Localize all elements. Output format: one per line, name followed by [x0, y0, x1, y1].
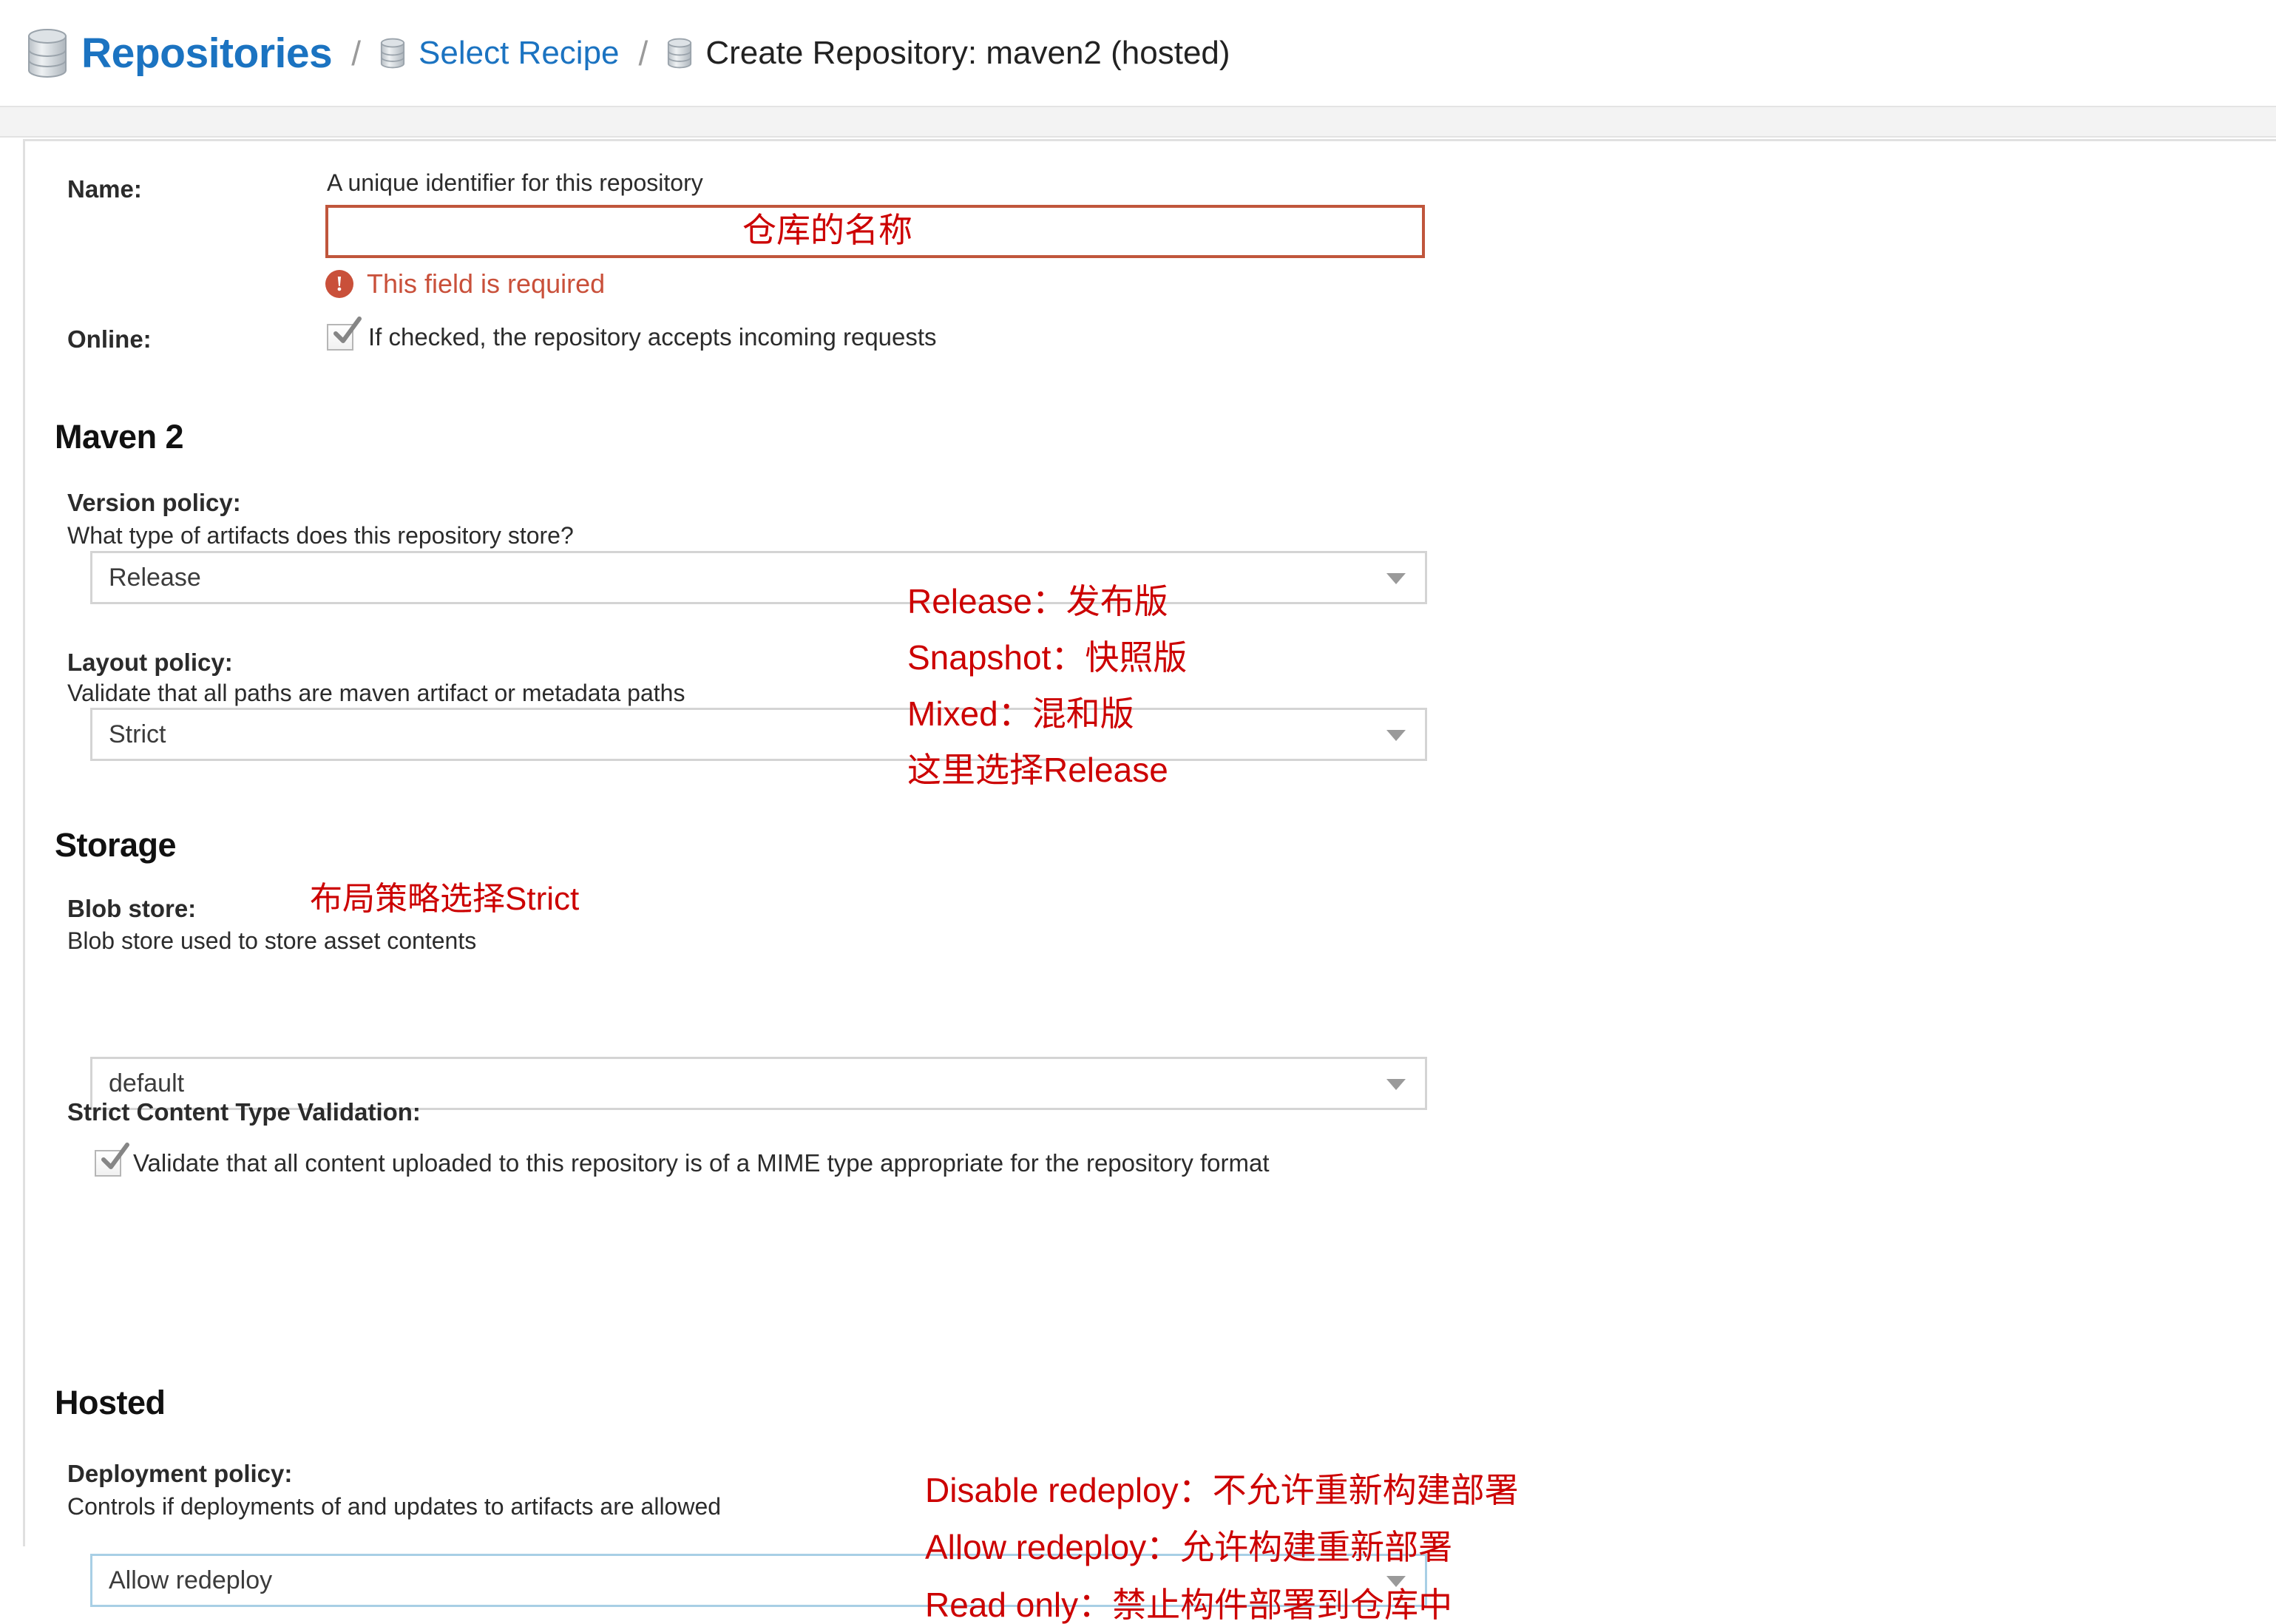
breadcrumb-item-repositories[interactable]: Repositories — [27, 27, 332, 79]
annotation-mixed: Mixed：混和版 — [907, 696, 1134, 731]
online-checkbox-group[interactable]: If checked, the repository accepts incom… — [327, 323, 937, 351]
strict-content-type-checkbox-label: Validate that all content uploaded to th… — [133, 1149, 1270, 1177]
version-policy-label: Version policy: — [67, 489, 241, 517]
layout-policy-select[interactable]: Strict — [90, 708, 1427, 761]
annotation-layout-strict: 布局策略选择Strict — [310, 882, 579, 916]
annotation-read-only: Read only：禁止构件部署到仓库中 — [925, 1587, 1452, 1623]
annotation-snapshot: Snapshot：快照版 — [907, 640, 1187, 675]
exclamation-circle-icon: ! — [325, 270, 353, 298]
name-error-text: This field is required — [367, 268, 605, 300]
strict-content-type-checkbox-group[interactable]: Validate that all content uploaded to th… — [95, 1149, 1270, 1177]
toolbar-strip — [0, 107, 2276, 138]
breadcrumb-label-select-recipe: Select Recipe — [419, 35, 619, 72]
deployment-policy-helper-text: Controls if deployments of and updates t… — [67, 1493, 721, 1520]
blob-store-value: default — [109, 1069, 184, 1098]
breadcrumb-label-repositories: Repositories — [81, 29, 332, 78]
version-policy-select[interactable]: Release — [90, 551, 1427, 604]
name-input[interactable]: 仓库的名称 — [325, 205, 1425, 258]
blob-store-helper-text: Blob store used to store asset contents — [67, 927, 476, 955]
blob-store-label: Blob store: — [67, 895, 196, 923]
strict-content-type-label: Strict Content Type Validation: — [67, 1098, 421, 1126]
database-icon — [380, 37, 405, 70]
annotation-name-field: 仓库的名称 — [742, 212, 912, 248]
chevron-down-icon — [1386, 1576, 1406, 1587]
storage-section-title: Storage — [55, 826, 176, 865]
annotation-choose-release: 这里选择Release — [907, 752, 1168, 788]
breadcrumb-label-create-repository: Create Repository: maven2 (hosted) — [705, 35, 1230, 72]
name-error-message: ! This field is required — [325, 268, 605, 300]
hosted-section-title: Hosted — [55, 1384, 166, 1422]
chevron-down-icon — [1386, 730, 1406, 741]
deployment-policy-label: Deployment policy: — [67, 1460, 292, 1488]
layout-policy-value: Strict — [109, 720, 166, 749]
name-label: Name: — [67, 175, 142, 203]
deployment-policy-value: Allow redeploy — [109, 1566, 272, 1595]
repository-form-panel: Name: A unique identifier for this repos… — [23, 139, 2276, 1546]
layout-policy-label: Layout policy: — [67, 649, 233, 677]
breadcrumb-item-create-repository: Create Repository: maven2 (hosted) — [667, 35, 1230, 72]
online-checkbox-label: If checked, the repository accepts incom… — [368, 323, 937, 351]
breadcrumb-separator: / — [351, 33, 361, 73]
checkmark-icon — [98, 1142, 131, 1174]
name-helper-text: A unique identifier for this repository — [327, 169, 703, 197]
database-icon — [27, 27, 68, 79]
database-icon — [667, 37, 692, 70]
maven2-section-title: Maven 2 — [55, 418, 183, 456]
annotation-allow-redeploy: Allow redeploy：允许构建重新部署 — [925, 1529, 1452, 1565]
layout-policy-helper-text: Validate that all paths are maven artifa… — [67, 680, 685, 707]
chevron-down-icon — [1386, 573, 1406, 584]
version-policy-value: Release — [109, 564, 201, 592]
annotation-disable-redeploy: Disable redeploy：不允许重新构建部署 — [925, 1472, 1519, 1508]
breadcrumb-separator-2: / — [639, 33, 648, 73]
checkmark-icon — [331, 316, 363, 348]
strict-content-type-checkbox[interactable] — [95, 1150, 121, 1177]
breadcrumb-item-select-recipe[interactable]: Select Recipe — [380, 35, 619, 72]
online-label: Online: — [67, 325, 152, 353]
online-checkbox[interactable] — [327, 324, 353, 351]
version-policy-helper-text: What type of artifacts does this reposit… — [67, 522, 574, 549]
annotation-release: Release：发布版 — [907, 583, 1168, 619]
chevron-down-icon — [1386, 1079, 1406, 1090]
breadcrumb: Repositories / Select Recipe / Create Re… — [0, 0, 2276, 107]
